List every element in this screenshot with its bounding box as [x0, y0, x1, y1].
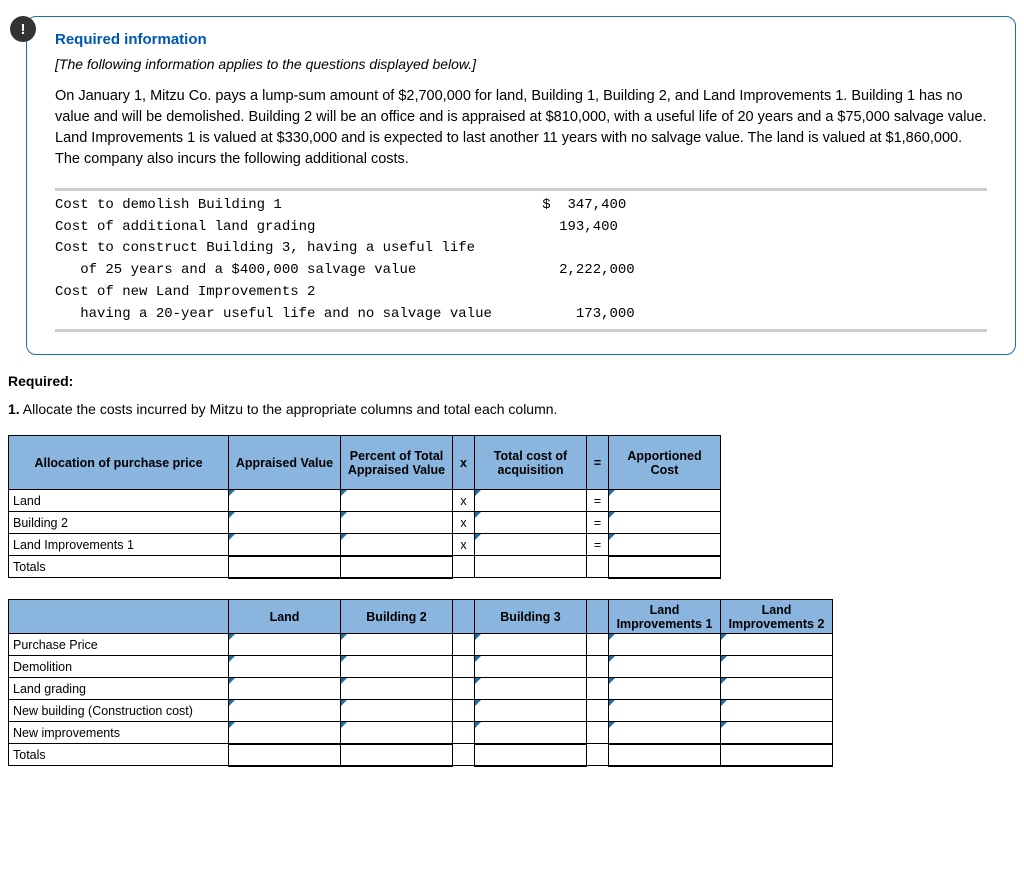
cell-input[interactable]	[229, 678, 341, 700]
table-row: Land x =	[9, 490, 833, 512]
table-row: Demolition	[9, 656, 833, 678]
cell-input[interactable]	[609, 634, 721, 656]
table-row: New building (Construction cost)	[9, 700, 833, 722]
table-row: Purchase Price	[9, 634, 833, 656]
cell-input[interactable]	[229, 490, 341, 512]
eq-cell: =	[587, 490, 609, 512]
cell-total[interactable]	[721, 744, 833, 766]
cell-input[interactable]	[609, 512, 721, 534]
table-row: Building 2 x =	[9, 512, 833, 534]
cell-input[interactable]	[341, 490, 453, 512]
table-row-totals: Totals	[9, 744, 833, 766]
cell-total[interactable]	[229, 744, 341, 766]
required-information-card: Required information [The following info…	[26, 16, 1016, 355]
eq-cell: =	[587, 534, 609, 556]
cell-total[interactable]	[609, 744, 721, 766]
required-info-subtitle: [The following information applies to th…	[55, 56, 987, 72]
cell-input[interactable]	[475, 678, 587, 700]
row-label[interactable]: Land Improvements 1	[9, 534, 229, 556]
col-building2: Building 2	[341, 600, 453, 634]
cell-total[interactable]	[341, 744, 453, 766]
row-label[interactable]: New building (Construction cost)	[9, 700, 229, 722]
cell-input[interactable]	[229, 722, 341, 744]
row-label[interactable]: New improvements	[9, 722, 229, 744]
row-label[interactable]: Building 2	[9, 512, 229, 534]
cell-input[interactable]	[475, 534, 587, 556]
cell-input[interactable]	[341, 700, 453, 722]
cell-input[interactable]	[475, 512, 587, 534]
cell-input[interactable]	[341, 512, 453, 534]
cell-input[interactable]	[229, 700, 341, 722]
cell-total[interactable]	[475, 744, 587, 766]
cell-total[interactable]	[609, 556, 721, 578]
cell-input[interactable]	[609, 656, 721, 678]
cell-input[interactable]	[609, 534, 721, 556]
cell-input[interactable]	[341, 656, 453, 678]
cell-input[interactable]	[229, 534, 341, 556]
col-land-improvements-2: Land Improvements 2	[721, 600, 833, 634]
col-total-cost-acq: Total cost of acquisition	[475, 436, 587, 490]
col-appraised-value: Appraised Value	[229, 436, 341, 490]
required-info-title: Required information	[55, 31, 987, 48]
cell-input[interactable]	[229, 512, 341, 534]
row-label[interactable]: Land grading	[9, 678, 229, 700]
cell-input[interactable]	[609, 700, 721, 722]
col-allocation: Allocation of purchase price	[9, 436, 229, 490]
col-building3: Building 3	[475, 600, 587, 634]
cell-input[interactable]	[341, 678, 453, 700]
col-percent-total: Percent of Total Appraised Value	[341, 436, 453, 490]
col-land-improvements-1: Land Improvements 1	[609, 600, 721, 634]
cost-data-block: Cost to demolish Building 1 $ 347,400 Co…	[55, 188, 987, 332]
cell-total[interactable]	[229, 556, 341, 578]
col-blank	[9, 600, 229, 634]
table-row: Land Improvements 1 x =	[9, 534, 833, 556]
cell-input[interactable]	[229, 656, 341, 678]
cell-input[interactable]	[475, 700, 587, 722]
cell-input[interactable]	[475, 634, 587, 656]
info-badge-icon: !	[10, 16, 36, 42]
table-row-totals: Totals	[9, 556, 833, 578]
cell-input[interactable]	[609, 490, 721, 512]
cell-input[interactable]	[609, 722, 721, 744]
col-eq: =	[587, 436, 609, 490]
row-label[interactable]: Land	[9, 490, 229, 512]
cell-input[interactable]	[475, 656, 587, 678]
cell-input[interactable]	[721, 634, 833, 656]
cell-input[interactable]	[475, 490, 587, 512]
cell-input[interactable]	[721, 656, 833, 678]
cell-total[interactable]	[341, 556, 453, 578]
cell-input[interactable]	[341, 722, 453, 744]
row-label[interactable]: Demolition	[9, 656, 229, 678]
row-label[interactable]: Purchase Price	[9, 634, 229, 656]
allocation-table: Allocation of purchase price Appraised V…	[8, 435, 833, 767]
cell-input[interactable]	[341, 534, 453, 556]
col-apportioned-cost: Apportioned Cost	[609, 436, 721, 490]
problem-body-text: On January 1, Mitzu Co. pays a lump-sum …	[55, 86, 987, 170]
eq-cell: =	[587, 512, 609, 534]
x-cell: x	[453, 490, 475, 512]
table-row: Land grading	[9, 678, 833, 700]
cell-input[interactable]	[475, 722, 587, 744]
table-row: New improvements	[9, 722, 833, 744]
cell-input[interactable]	[721, 678, 833, 700]
col-x: x	[453, 436, 475, 490]
x-cell: x	[453, 534, 475, 556]
cell-input[interactable]	[609, 678, 721, 700]
row-label: Totals	[9, 744, 229, 766]
x-cell: x	[453, 512, 475, 534]
required-heading: Required:	[8, 373, 1016, 389]
cell-input[interactable]	[341, 634, 453, 656]
cell-input[interactable]	[721, 700, 833, 722]
question-1-text: 1. Allocate the costs incurred by Mitzu …	[8, 401, 1016, 417]
cell-input[interactable]	[229, 634, 341, 656]
cell-input[interactable]	[721, 722, 833, 744]
row-label: Totals	[9, 556, 229, 578]
col-land: Land	[229, 600, 341, 634]
